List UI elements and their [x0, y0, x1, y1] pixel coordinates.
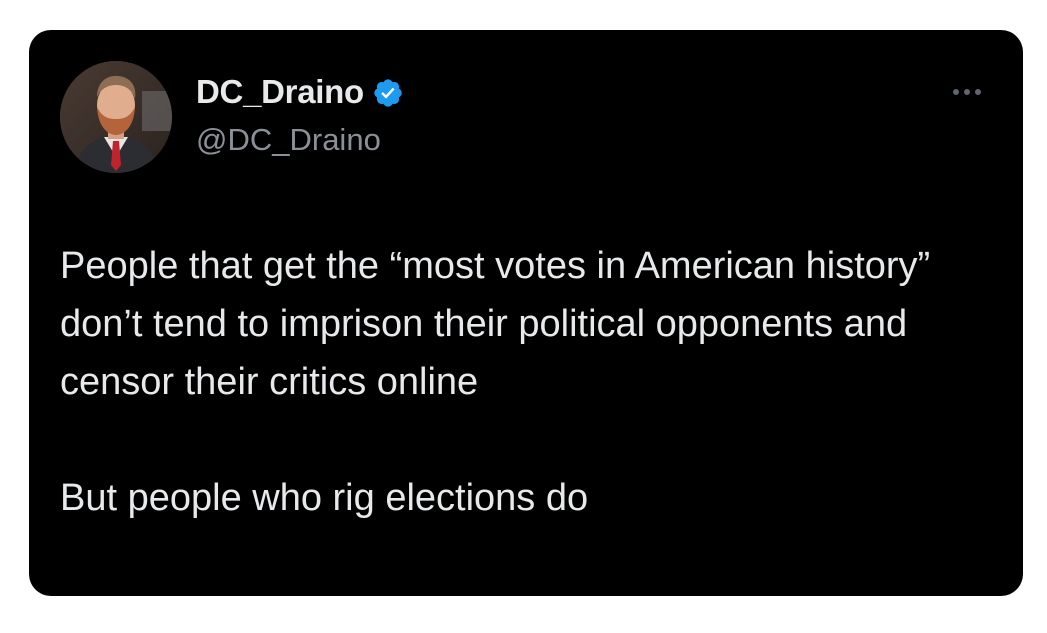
- tweet-card[interactable]: DC_Draino @DC_Draino People that get the…: [29, 30, 1023, 596]
- avatar-photo-icon: [60, 61, 172, 173]
- more-dot: [964, 89, 970, 95]
- avatar[interactable]: [60, 61, 172, 173]
- author-display-name[interactable]: DC_Draino: [196, 73, 364, 111]
- verified-badge-icon: [374, 79, 402, 107]
- tweet-paragraph: People that get the “most votes in Ameri…: [60, 245, 941, 403]
- more-options-icon[interactable]: [945, 82, 989, 102]
- more-dot: [953, 89, 959, 95]
- more-dot: [975, 89, 981, 95]
- tweet-text: People that get the “most votes in Ameri…: [60, 237, 960, 527]
- author-name-row: DC_Draino: [196, 73, 404, 111]
- tweet-paragraph: But people who rig elections do: [60, 477, 589, 519]
- author-handle[interactable]: @DC_Draino: [196, 122, 381, 158]
